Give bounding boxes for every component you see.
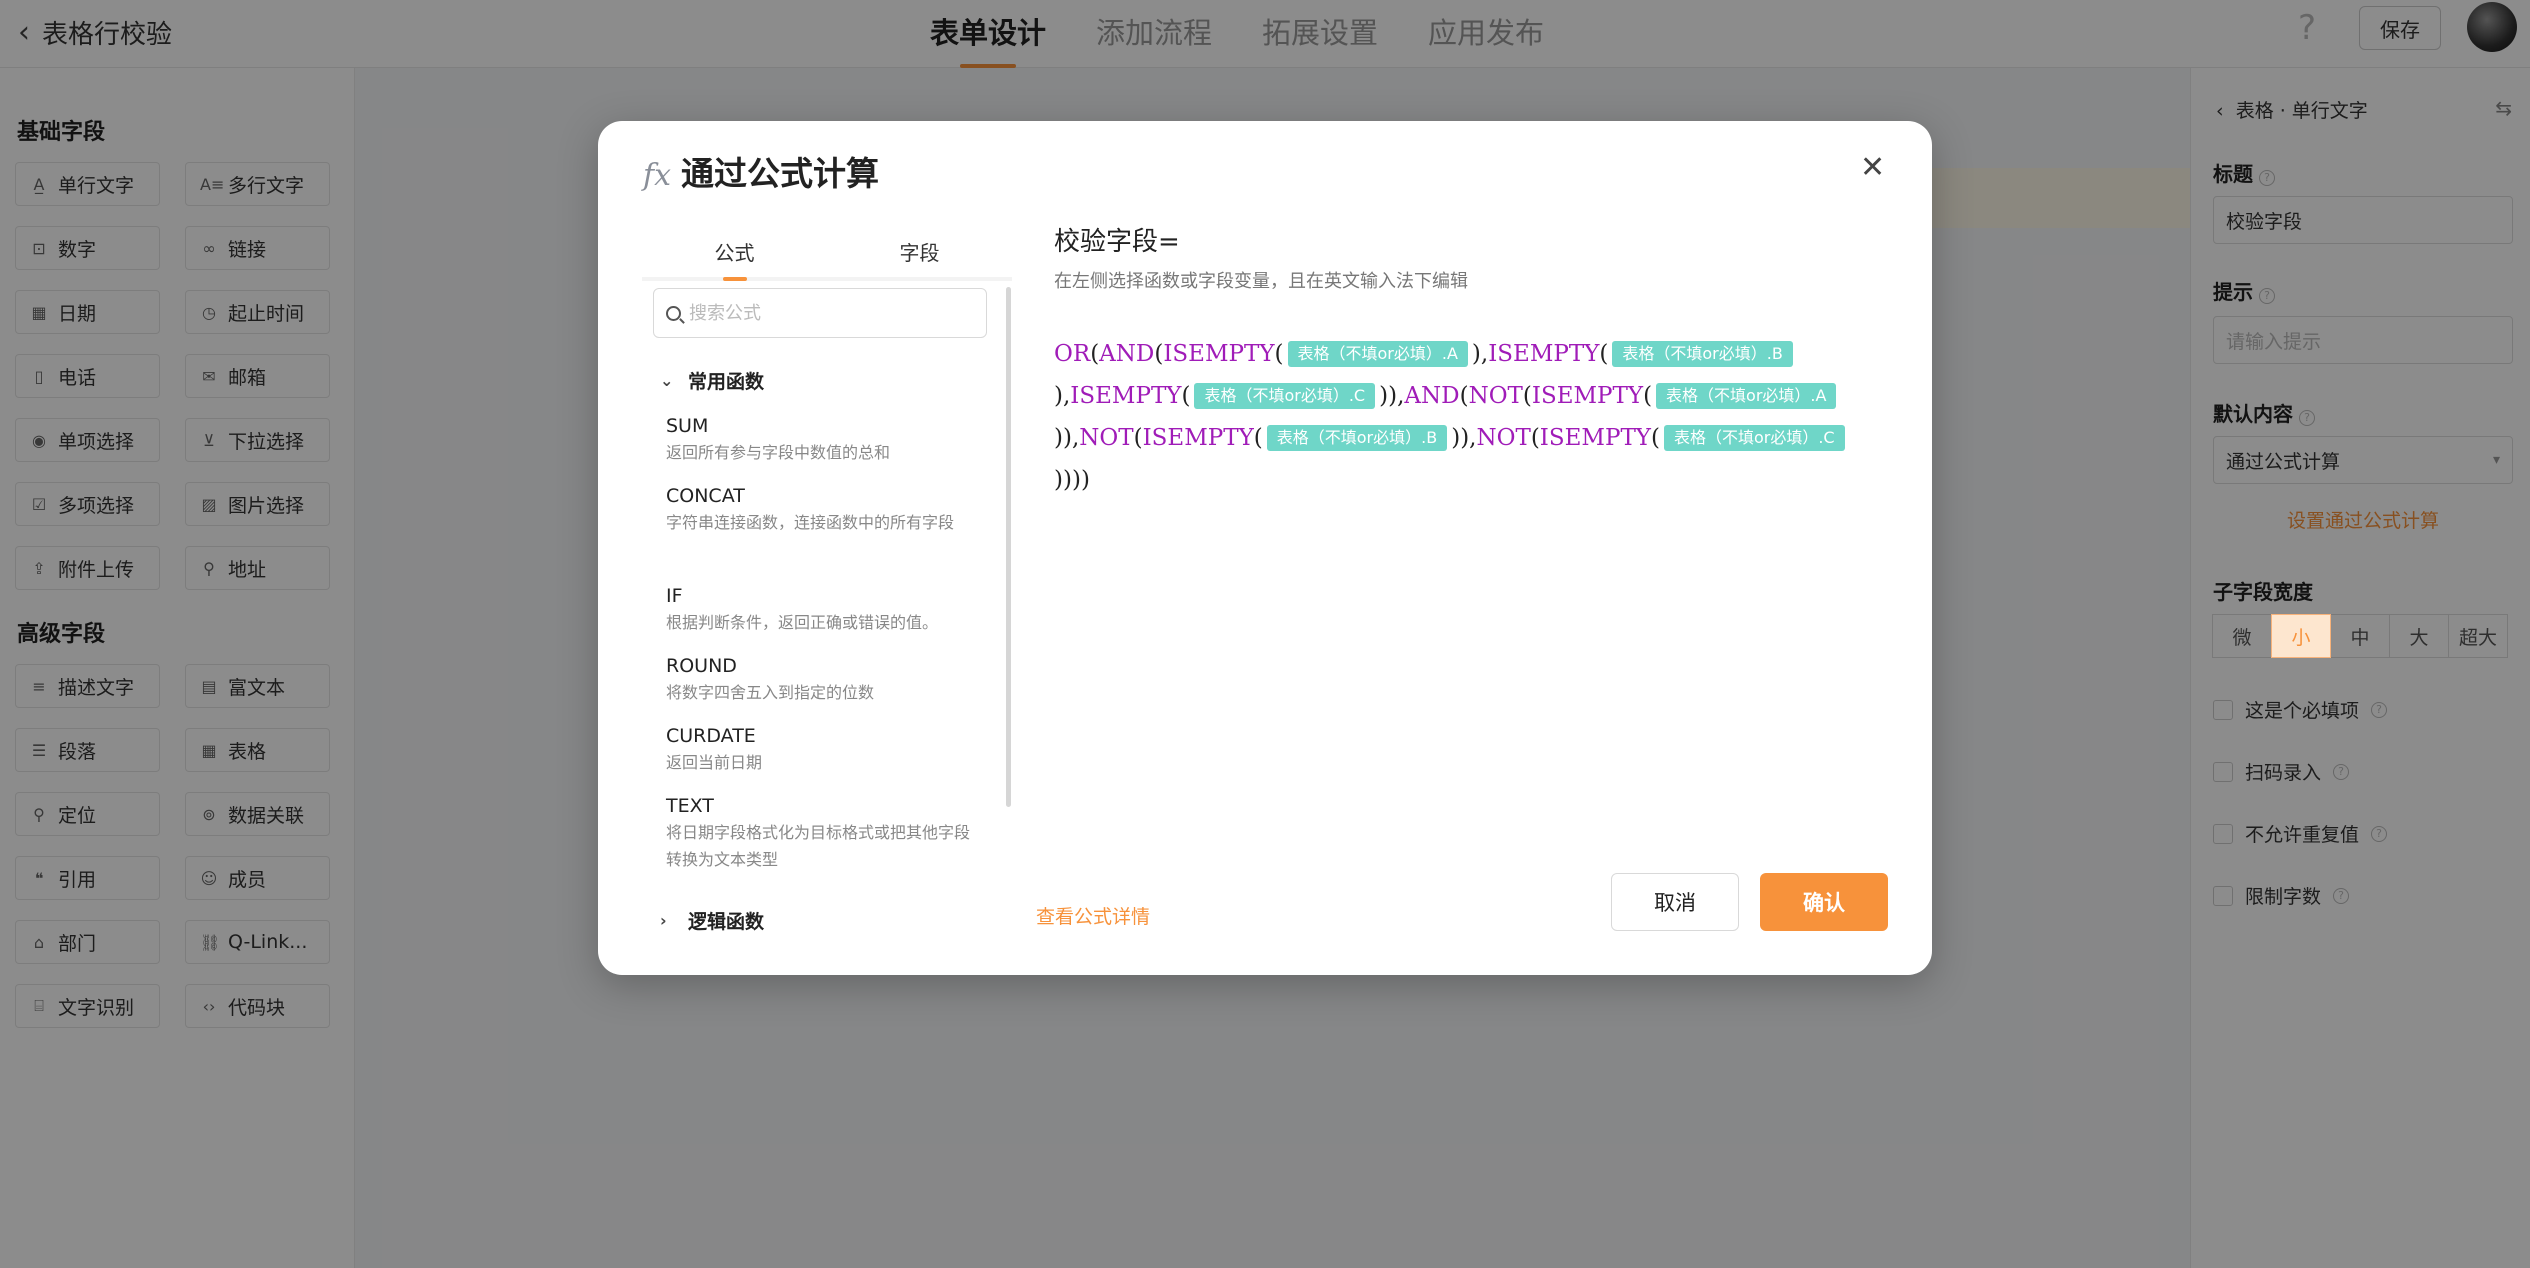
formula-punct-token: ( [1133, 425, 1143, 451]
tab-fields[interactable]: 字段 [827, 221, 1012, 277]
function-item[interactable]: CONCAT 字符串连接函数，连接函数中的所有字段 [666, 485, 976, 536]
formula-punct-token: ) [1054, 425, 1063, 451]
formula-punct-token: ( [1599, 341, 1609, 367]
function-description: 返回当前日期 [666, 753, 763, 772]
formula-function-token: ISEMPTY [1531, 383, 1644, 409]
function-item[interactable]: ROUND 将数字四舍五入到指定的位数 [666, 655, 976, 706]
formula-punct-token: ) [1460, 425, 1470, 451]
formula-dialog: fx 通过公式计算 ✕ 公式 字段 ⌄ 常用函数 › 逻辑函数 SUM 返回所有参… [598, 121, 1932, 975]
dialog-title: 通过公式计算 [681, 154, 880, 193]
formula-punct-token: ) [1471, 341, 1481, 367]
function-description: 将日期字段格式化为目标格式或把其他字段转换为文本类型 [666, 823, 971, 869]
dialog-header: fx 通过公式计算 [643, 147, 879, 195]
function-item[interactable]: CURDATE 返回当前日期 [666, 725, 976, 776]
function-name: SUM [666, 415, 709, 437]
function-item[interactable]: TEXT 将日期字段格式化为目标格式或把其他字段转换为文本类型 [666, 795, 976, 873]
tab-formula[interactable]: 公式 [642, 221, 827, 281]
formula-punct-token: ) [1451, 425, 1461, 451]
function-tabs: 公式 字段 [642, 221, 1012, 281]
function-description: 将数字四舍五入到指定的位数 [666, 683, 875, 702]
formula-search [653, 288, 987, 338]
formula-input[interactable]: OR(AND(ISEMPTY(表格（不填or必填）.A),ISEMPTY(表格（… [1054, 333, 1884, 501]
formula-hint: 在左侧选择函数或字段变量，且在英文输入法下编辑 [1054, 271, 1468, 292]
formula-function-token: NOT [1476, 425, 1531, 451]
formula-function-token: ISEMPTY [1142, 425, 1254, 451]
category-common-label: 常用函数 [688, 371, 765, 393]
formula-target-title: 校验字段= [1054, 227, 1180, 257]
function-description: 根据判断条件，返回正确或错误的值。 [666, 613, 939, 632]
formula-punct-token: ) [1388, 383, 1398, 409]
formula-punct-token: ) [1071, 467, 1081, 493]
function-panel: 公式 字段 ⌄ 常用函数 › 逻辑函数 SUM 返回所有参与字段中数值的总和 CON… [642, 221, 1012, 961]
formula-punct-token: ) [1054, 383, 1063, 409]
formula-function-token: AND [1404, 383, 1460, 409]
function-description: 字符串连接函数，连接函数中的所有字段 [666, 513, 955, 532]
formula-punct-token: ( [1459, 383, 1469, 409]
formula-punct-token: ) [1080, 467, 1090, 493]
function-name: IF [666, 585, 683, 607]
function-item[interactable]: IF 根据判断条件，返回正确或错误的值。 [666, 585, 976, 636]
formula-punct-token: ( [1650, 425, 1660, 451]
function-list-scrollbar[interactable] [1006, 287, 1011, 807]
formula-function-token: ISEMPTY [1539, 425, 1651, 451]
formula-field-token[interactable]: 表格（不填or必填）.A [1287, 341, 1468, 367]
function-name: TEXT [666, 795, 714, 817]
search-icon [666, 305, 681, 321]
formula-punct-token: ) [1062, 425, 1072, 451]
function-description: 返回所有参与字段中数值的总和 [666, 443, 891, 462]
formula-punct-token: ( [1253, 425, 1263, 451]
category-logic[interactable]: › 逻辑函数 [660, 907, 764, 934]
formula-function-token: ISEMPTY [1070, 383, 1182, 409]
formula-field-token[interactable]: 表格（不填or必填）.C [1663, 425, 1845, 451]
formula-function-token: ISEMPTY [1488, 341, 1600, 367]
formula-field-token[interactable]: 表格（不填or必填）.A [1656, 383, 1837, 409]
function-name: CONCAT [666, 485, 745, 507]
category-logic-label: 逻辑函数 [688, 911, 765, 933]
function-name: ROUND [666, 655, 737, 677]
formula-field-token[interactable]: 表格（不填or必填）.C [1194, 383, 1376, 409]
function-item[interactable]: SUM 返回所有参与字段中数值的总和 [666, 415, 976, 466]
formula-punct-token: ( [1274, 341, 1284, 367]
formula-search-input[interactable] [689, 302, 969, 324]
formula-function-token: OR [1054, 341, 1091, 367]
cancel-button[interactable]: 取消 [1611, 873, 1739, 931]
formula-punct-token: ( [1181, 383, 1191, 409]
close-icon[interactable]: ✕ [1860, 153, 1885, 183]
formula-function-token: NOT [1468, 383, 1523, 409]
chevron-right-icon: › [660, 911, 667, 930]
formula-punct-token: ) [1054, 467, 1063, 493]
formula-punct-token: ( [1643, 383, 1653, 409]
formula-punct-token: ) [1379, 383, 1389, 409]
formula-punct-token: ( [1522, 383, 1532, 409]
formula-field-token[interactable]: 表格（不填or必填）.B [1266, 425, 1448, 451]
formula-field-token[interactable]: 表格（不填or必填）.B [1612, 341, 1793, 367]
category-common[interactable]: ⌄ 常用函数 [660, 367, 764, 394]
formula-punct-token: ( [1090, 341, 1100, 367]
formula-function-token: ISEMPTY [1163, 341, 1275, 367]
formula-punct-token: ) [1062, 467, 1072, 493]
width-option[interactable]: 小 [2271, 614, 2331, 658]
function-name: CURDATE [666, 725, 756, 747]
fx-icon: fx [643, 158, 672, 193]
formula-punct-token: ( [1530, 425, 1540, 451]
formula-detail-link[interactable]: 查看公式详情 [1036, 902, 1150, 929]
formula-function-token: AND [1099, 341, 1155, 367]
formula-punct-token: ( [1154, 341, 1164, 367]
formula-function-token: NOT [1079, 425, 1134, 451]
chevron-down-icon: ⌄ [660, 371, 674, 390]
confirm-button[interactable]: 确认 [1760, 873, 1888, 931]
